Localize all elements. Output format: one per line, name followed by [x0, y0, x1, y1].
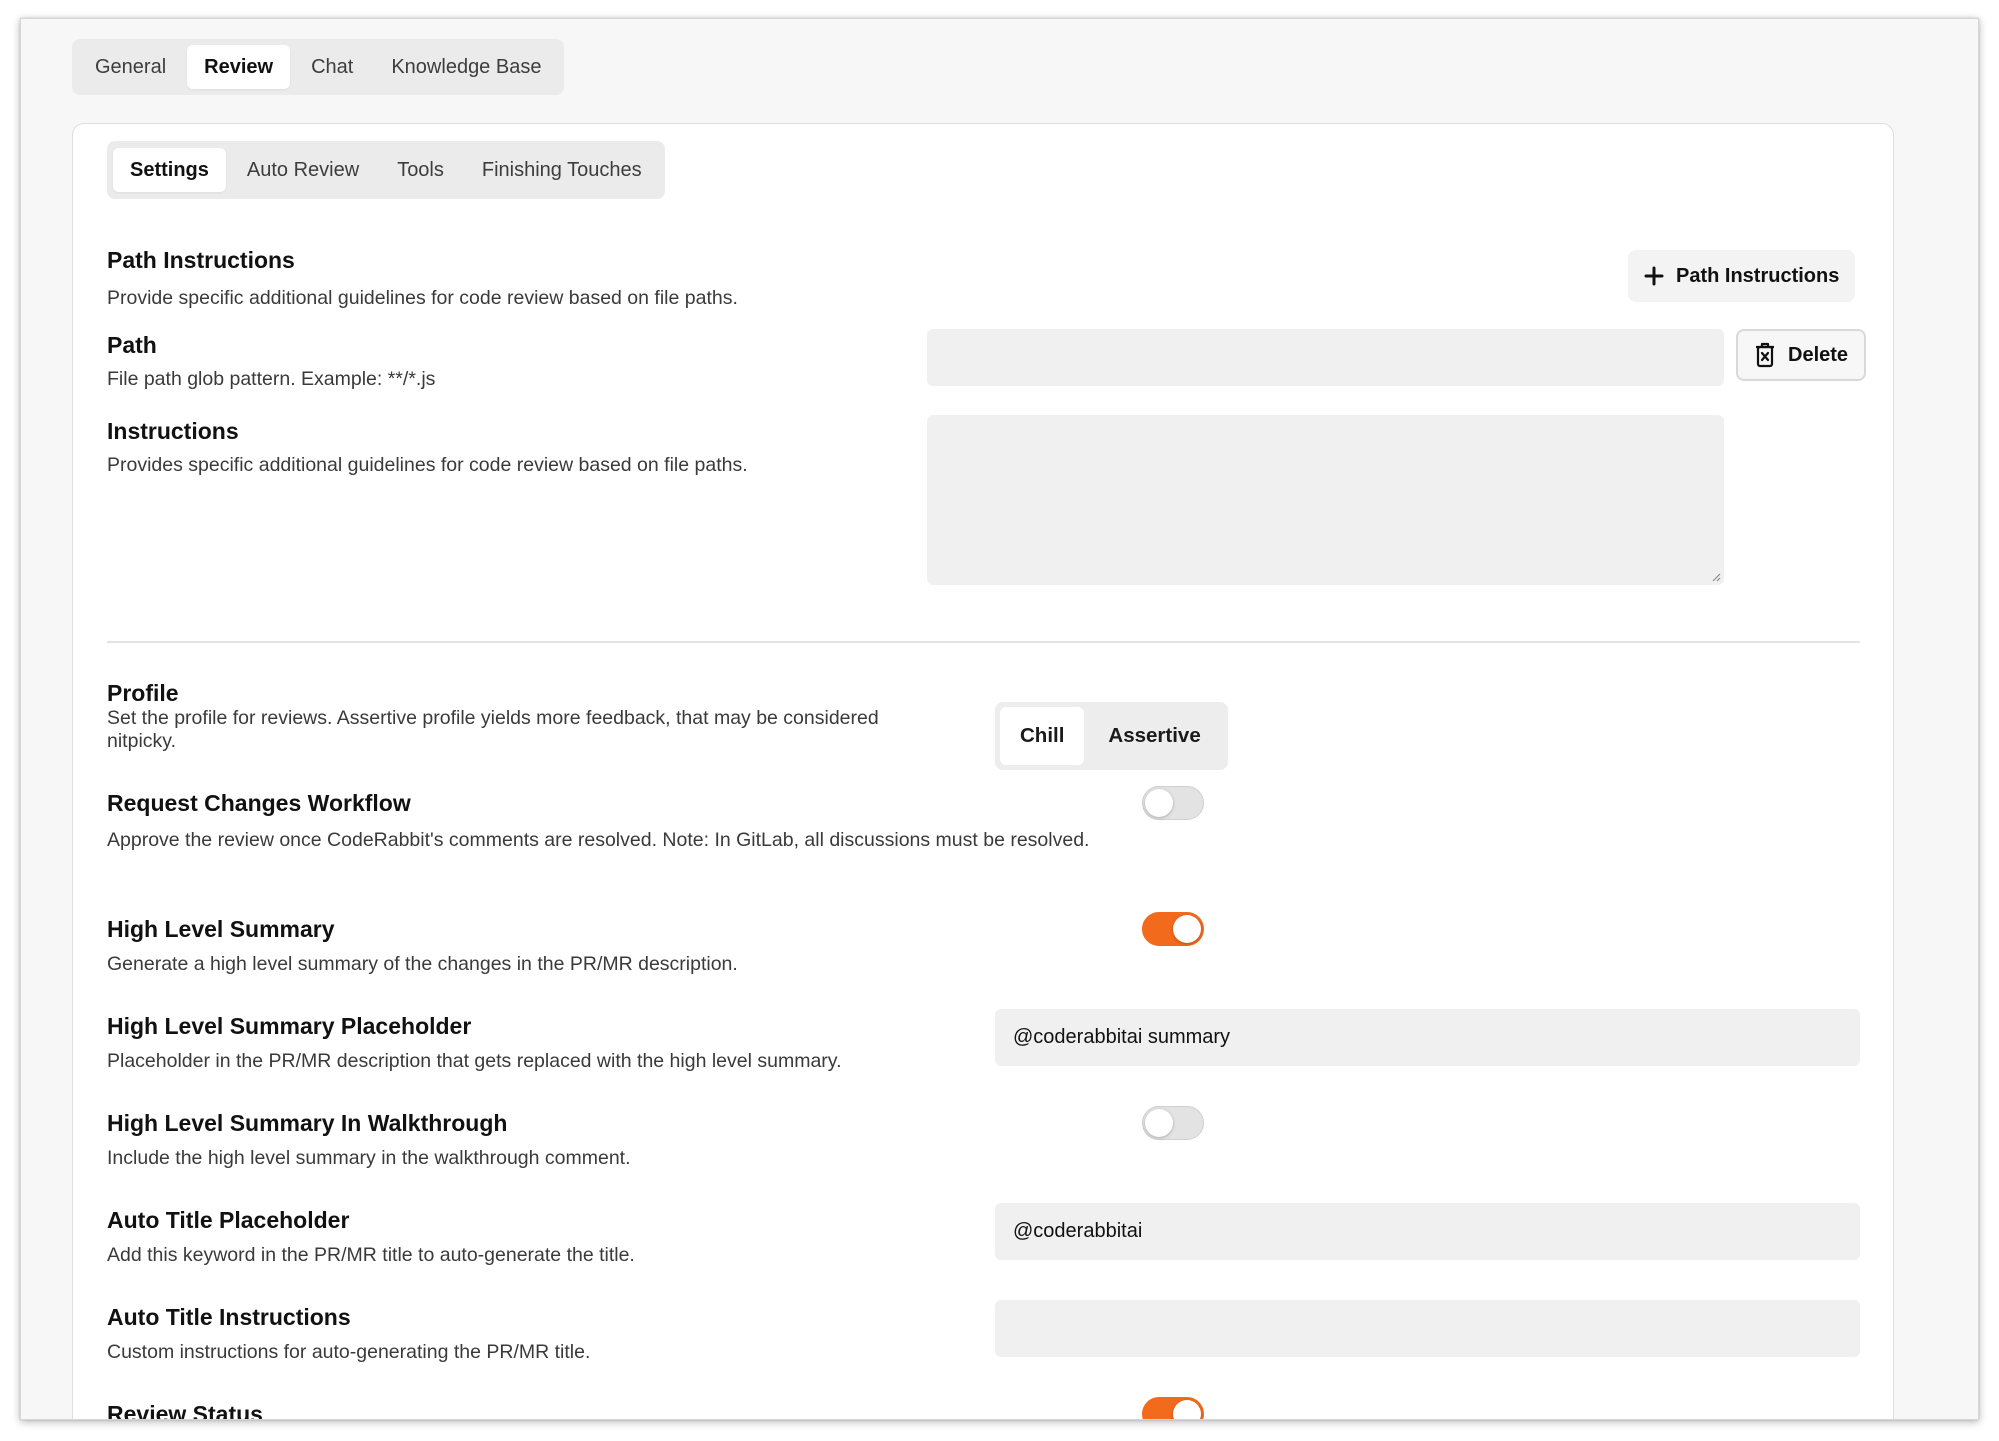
high-level-summary-in-walkthrough-title: High Level Summary In Walkthrough [107, 1110, 508, 1136]
review-status-section: Review Status [107, 1401, 263, 1420]
review-settings-card: Settings Auto Review Tools Finishing Tou… [72, 123, 1894, 1420]
delete-button-label: Delete [1788, 343, 1849, 366]
section-divider [107, 641, 1860, 643]
request-changes-workflow-section: Request Changes Workflow Approve the rev… [107, 790, 1107, 855]
request-changes-workflow-title: Request Changes Workflow [107, 790, 411, 816]
instructions-title: Instructions [107, 418, 239, 444]
profile-description: Set the profile for reviews. Assertive p… [107, 707, 879, 752]
tab-review[interactable]: Review [187, 45, 291, 89]
path-instructions-title: Path Instructions [107, 247, 295, 273]
top-tab-bar: General Review Chat Knowledge Base [72, 39, 565, 95]
high-level-summary-description: Generate a high level summary of the cha… [107, 953, 738, 975]
toggle-knob [1145, 789, 1173, 817]
add-path-instructions-label: Path Instructions [1676, 264, 1840, 287]
high-level-summary-in-walkthrough-description: Include the high level summary in the wa… [107, 1147, 631, 1169]
auto-title-placeholder-title: Auto Title Placeholder [107, 1207, 350, 1233]
auto-title-instructions-section: Auto Title Instructions Custom instructi… [107, 1304, 590, 1364]
instructions-textarea[interactable] [927, 415, 1724, 585]
profile-section: Profile Set the profile for reviews. Ass… [107, 680, 927, 753]
high-level-summary-title: High Level Summary [107, 916, 335, 942]
add-path-instructions-button[interactable]: Path Instructions [1628, 250, 1856, 302]
path-field-section: Path File path glob pattern. Example: **… [107, 332, 435, 391]
high-level-summary-placeholder-section: High Level Summary Placeholder Placehold… [107, 1013, 842, 1073]
auto-title-instructions-input[interactable] [995, 1300, 1860, 1357]
tab-tools[interactable]: Tools [380, 148, 461, 192]
tab-settings[interactable]: Settings [113, 148, 226, 192]
delete-button[interactable]: Delete [1736, 329, 1867, 381]
path-instructions-section: Path Instructions Provide specific addit… [107, 247, 738, 310]
tab-knowledge-base[interactable]: Knowledge Base [374, 45, 558, 89]
review-status-toggle[interactable] [1142, 1397, 1204, 1419]
profile-title: Profile [107, 680, 179, 706]
tab-auto-review[interactable]: Auto Review [230, 148, 376, 192]
instructions-description: Provides specific additional guidelines … [107, 454, 748, 476]
tab-chat[interactable]: Chat [294, 45, 370, 89]
toggle-knob [1173, 915, 1201, 943]
path-instructions-description: Provide specific additional guidelines f… [107, 287, 738, 309]
high-level-summary-placeholder-description: Placeholder in the PR/MR description tha… [107, 1050, 842, 1072]
path-title: Path [107, 332, 157, 358]
settings-window: General Review Chat Knowledge Base Setti… [20, 18, 1979, 1420]
instructions-field-section: Instructions Provides specific additiona… [107, 418, 748, 477]
high-level-summary-toggle[interactable] [1142, 912, 1204, 946]
toggle-knob [1173, 1400, 1201, 1419]
high-level-summary-section: High Level Summary Generate a high level… [107, 916, 738, 976]
path-description: File path glob pattern. Example: **/*.js [107, 368, 436, 390]
tab-general[interactable]: General [78, 45, 183, 89]
request-changes-workflow-toggle[interactable] [1142, 786, 1204, 820]
auto-title-placeholder-description: Add this keyword in the PR/MR title to a… [107, 1244, 635, 1266]
auto-title-instructions-title: Auto Title Instructions [107, 1304, 351, 1330]
profile-option-chill[interactable]: Chill [1000, 707, 1085, 765]
auto-title-instructions-description: Custom instructions for auto-generating … [107, 1341, 591, 1363]
request-changes-workflow-description: Approve the review once CodeRabbit's com… [107, 829, 1090, 851]
high-level-summary-in-walkthrough-toggle[interactable] [1142, 1106, 1204, 1140]
sub-tab-bar: Settings Auto Review Tools Finishing Tou… [107, 141, 665, 199]
trash-icon [1756, 342, 1774, 368]
auto-title-placeholder-input[interactable]: @coderabbitai [995, 1203, 1860, 1260]
profile-selector: Chill Assertive [995, 702, 1228, 770]
path-input[interactable] [927, 329, 1724, 386]
high-level-summary-in-walkthrough-section: High Level Summary In Walkthrough Includ… [107, 1110, 631, 1170]
review-status-title: Review Status [107, 1401, 263, 1420]
high-level-summary-placeholder-title: High Level Summary Placeholder [107, 1013, 472, 1039]
auto-title-placeholder-section: Auto Title Placeholder Add this keyword … [107, 1207, 635, 1267]
resize-handle-icon[interactable] [1711, 572, 1721, 582]
tab-finishing-touches[interactable]: Finishing Touches [465, 148, 659, 192]
plus-icon [1644, 266, 1664, 286]
toggle-knob [1145, 1109, 1173, 1137]
high-level-summary-placeholder-input[interactable]: @coderabbitai summary [995, 1009, 1860, 1066]
profile-option-assertive[interactable]: Assertive [1088, 707, 1220, 765]
